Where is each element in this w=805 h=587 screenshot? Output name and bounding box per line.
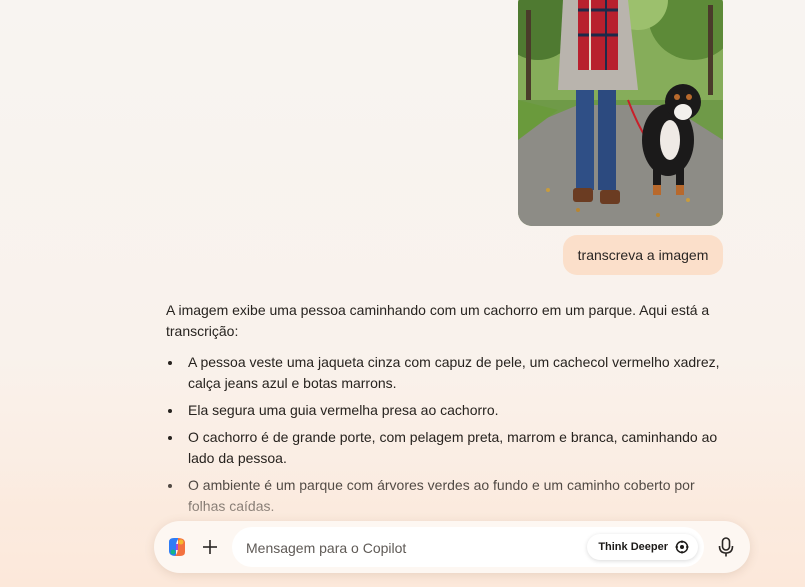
microphone-icon[interactable] [715, 536, 737, 558]
message-field: Think Deeper [232, 527, 704, 569]
attached-image[interactable] [518, 0, 723, 226]
list-item: O cachorro é de grande porte, com pelage… [166, 427, 726, 469]
think-deeper-label: Think Deeper [598, 541, 668, 553]
response-intro: A imagem exibe uma pessoa caminhando com… [166, 302, 710, 339]
list-item: O ambiente é um parque com árvores verde… [166, 475, 726, 517]
think-deeper-icon [675, 540, 689, 554]
message-input[interactable] [244, 527, 588, 569]
user-message-text: transcreva a imagem [577, 247, 709, 263]
plus-icon[interactable] [198, 535, 222, 559]
copilot-logo-icon[interactable] [166, 536, 188, 558]
message-composer: Think Deeper [154, 521, 750, 573]
list-item: A pessoa veste uma jaqueta cinza com cap… [166, 352, 726, 394]
think-deeper-button[interactable]: Think Deeper [587, 534, 698, 560]
list-item: Ela segura uma guia vermelha presa ao ca… [166, 400, 726, 421]
response-list: A pessoa veste uma jaqueta cinza com cap… [166, 352, 726, 517]
assistant-response: A imagem exibe uma pessoa caminhando com… [166, 300, 726, 523]
user-message-bubble: transcreva a imagem [563, 235, 723, 275]
